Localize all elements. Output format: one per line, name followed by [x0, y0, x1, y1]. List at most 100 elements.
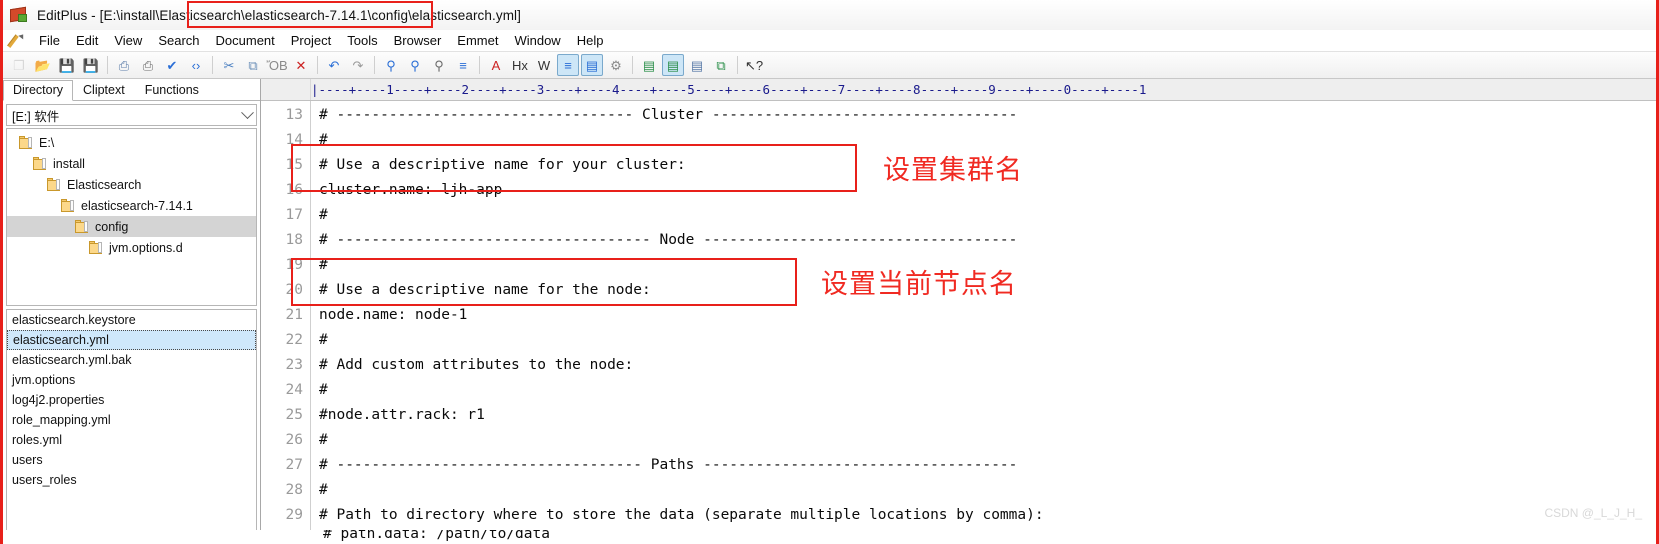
- menu-item-emmet[interactable]: Emmet: [449, 32, 506, 49]
- indent-icon[interactable]: ≡: [557, 54, 579, 76]
- tab-functions[interactable]: Functions: [135, 80, 209, 100]
- file-list-item[interactable]: elasticsearch.yml.bak: [7, 350, 256, 370]
- code-line[interactable]: # Path to directory where to store the d…: [319, 503, 1656, 528]
- code-line[interactable]: # ---------------------------------- Clu…: [319, 103, 1656, 128]
- hex-view-icon[interactable]: Hx: [509, 54, 531, 76]
- file-list-item[interactable]: log4j2.properties: [7, 390, 256, 410]
- help-pointer-icon[interactable]: ↖?: [743, 54, 765, 76]
- goto-line-icon[interactable]: ≡: [452, 54, 474, 76]
- menu-item-document[interactable]: Document: [208, 32, 283, 49]
- code-line[interactable]: node.name: node-1: [319, 303, 1656, 328]
- file-list-item-label: users_roles: [12, 473, 77, 487]
- find-icon[interactable]: ⚲: [380, 54, 402, 76]
- line-number: 27: [285, 457, 303, 473]
- document-selector-icon[interactable]: ▤: [638, 54, 660, 76]
- code-line[interactable]: #: [319, 428, 1656, 453]
- title-bar: EditPlus - [E:\install\Elasticsearch\ela…: [3, 0, 1656, 30]
- clip-library-icon[interactable]: ▤: [581, 54, 603, 76]
- delete-icon[interactable]: ✕: [290, 54, 312, 76]
- tree-item-e[interactable]: E:\: [7, 132, 256, 153]
- preferences-icon[interactable]: ⚙: [605, 54, 627, 76]
- replace-icon[interactable]: ⚲: [404, 54, 426, 76]
- undo-icon[interactable]: ↶: [323, 54, 345, 76]
- new-file-icon[interactable]: ❐: [8, 54, 30, 76]
- tree-item-elasticsearch-7141[interactable]: elasticsearch-7.14.1: [7, 195, 256, 216]
- browser-preview-icon[interactable]: ⧉: [710, 54, 732, 76]
- html-tag-icon[interactable]: ‹›: [185, 54, 207, 76]
- find-in-files-icon-glyph: ⚲: [434, 57, 444, 73]
- find-in-files-icon[interactable]: ⚲: [428, 54, 450, 76]
- code-line[interactable]: #node.attr.rack: r1: [319, 403, 1656, 428]
- file-list-item[interactable]: role_mapping.yml: [7, 410, 256, 430]
- menu-item-browser[interactable]: Browser: [386, 32, 450, 49]
- code-line[interactable]: #: [319, 478, 1656, 503]
- tab-cliptext[interactable]: Cliptext: [73, 80, 135, 100]
- line-number: 18: [285, 232, 303, 248]
- drive-selector[interactable]: [E:] 软件: [6, 104, 257, 126]
- menu-item-file[interactable]: File: [31, 32, 68, 49]
- tree-item-elasticsearch[interactable]: Elasticsearch: [7, 174, 256, 195]
- file-list-item[interactable]: jvm.options: [7, 370, 256, 390]
- menu-item-view[interactable]: View: [106, 32, 150, 49]
- menu-item-project[interactable]: Project: [283, 32, 339, 49]
- tree-item-jvmoptionsd[interactable]: jvm.options.d: [7, 237, 256, 258]
- file-list-item[interactable]: users_roles: [7, 470, 256, 490]
- tree-item-label: jvm.options.d: [109, 240, 183, 255]
- tree-item-config[interactable]: config: [7, 216, 256, 237]
- directory-panel-icon[interactable]: ▤: [662, 54, 684, 76]
- file-list-item[interactable]: roles.yml: [7, 430, 256, 450]
- preferences-icon-glyph: ⚙: [610, 57, 622, 73]
- copy-icon[interactable]: ⧉: [242, 54, 264, 76]
- node-name-annotation-label: 设置当前节点名: [821, 269, 1017, 300]
- line-number: 29: [285, 507, 303, 523]
- open-file-icon[interactable]: 📂: [32, 54, 54, 76]
- browser-preview-icon-glyph: ⧉: [716, 57, 726, 73]
- folder-icon: [89, 240, 104, 254]
- line-number: 17: [285, 207, 303, 223]
- save-all-icon[interactable]: 💾: [80, 54, 102, 76]
- save-icon[interactable]: 💾: [56, 54, 78, 76]
- line-number: 20: [285, 282, 303, 298]
- code-line[interactable]: # ------------------------------------ N…: [319, 228, 1656, 253]
- code-line[interactable]: #: [319, 203, 1656, 228]
- print-icon-glyph: ⎙: [142, 57, 154, 73]
- file-list-item-label: jvm.options: [12, 373, 76, 387]
- word-wrap-icon[interactable]: W: [533, 54, 555, 76]
- code-line[interactable]: #: [319, 378, 1656, 403]
- file-list-item[interactable]: elasticsearch.yml: [7, 330, 256, 350]
- tree-item-label: install: [53, 156, 85, 171]
- menu-item-tools[interactable]: Tools: [339, 32, 385, 49]
- file-list-item[interactable]: elasticsearch.keystore: [7, 310, 256, 330]
- spell-check-icon[interactable]: ✔: [161, 54, 183, 76]
- font-icon[interactable]: A: [485, 54, 507, 76]
- output-window-icon[interactable]: ▤: [686, 54, 708, 76]
- line-number: 26: [285, 432, 303, 448]
- line-number: 13: [285, 107, 303, 123]
- folder-icon: [75, 219, 90, 233]
- line-number: 15: [285, 157, 303, 173]
- help-pointer-icon-glyph: ↖?: [744, 57, 764, 73]
- menu-item-edit[interactable]: Edit: [68, 32, 106, 49]
- print-preview-icon[interactable]: ⎙: [113, 54, 135, 76]
- tab-directory[interactable]: Directory: [3, 80, 74, 101]
- goto-line-icon-glyph: ≡: [459, 57, 467, 73]
- code-line[interactable]: # ----------------------------------- Pa…: [319, 453, 1656, 478]
- paste-icon[interactable]: ὌB: [266, 54, 288, 76]
- menu-item-help[interactable]: Help: [569, 32, 612, 49]
- redo-icon[interactable]: ↷: [347, 54, 369, 76]
- cut-icon[interactable]: ✂: [218, 54, 240, 76]
- toolbar-separator: [737, 56, 738, 74]
- code-line[interactable]: # Add custom attributes to the node:: [319, 353, 1656, 378]
- menu-item-search[interactable]: Search: [150, 32, 207, 49]
- tree-item-install[interactable]: install: [7, 153, 256, 174]
- tree-item-label: Elasticsearch: [67, 177, 142, 192]
- editor-ruler: |----+----1----+----2----+----3----+----…: [261, 79, 1656, 101]
- folder-icon: [19, 135, 34, 149]
- folder-icon: [61, 198, 76, 212]
- print-icon[interactable]: ⎙: [137, 54, 159, 76]
- pencil-icon: [7, 32, 29, 50]
- print-preview-icon-glyph: ⎙: [118, 57, 130, 73]
- menu-item-window[interactable]: Window: [506, 32, 568, 49]
- file-list-item[interactable]: users: [7, 450, 256, 470]
- code-line[interactable]: #: [319, 328, 1656, 353]
